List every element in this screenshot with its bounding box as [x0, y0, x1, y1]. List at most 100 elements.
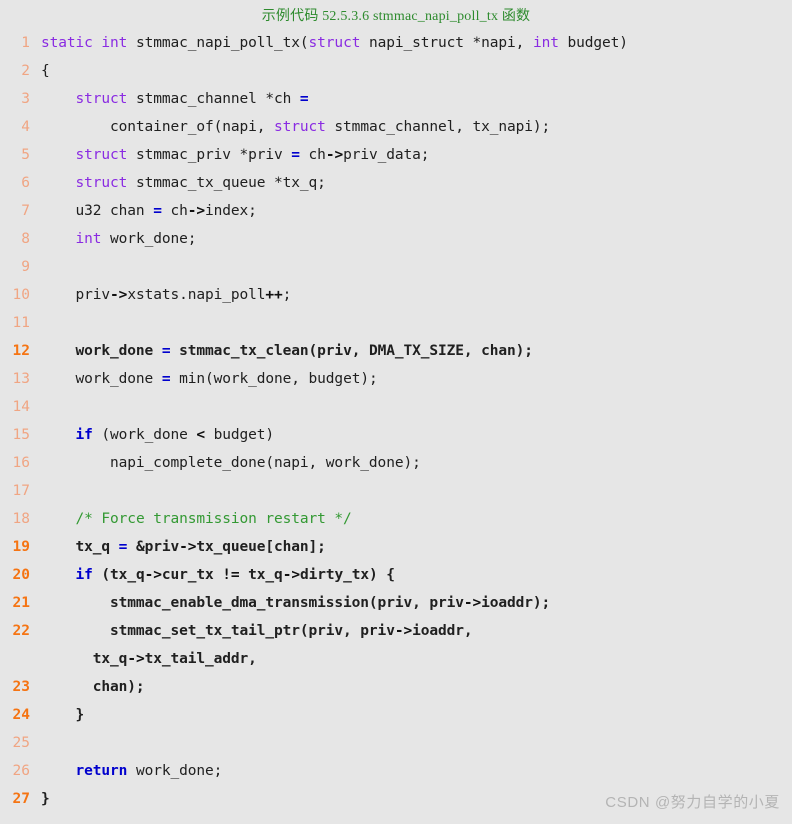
code-token: min(work_done, budget);	[170, 371, 378, 387]
line-number: 17	[12, 483, 30, 499]
code-line: 21 stmmac_enable_dma_transmission(priv, …	[0, 589, 792, 617]
line-number: 24	[12, 707, 30, 723]
code-token: struct	[75, 175, 128, 191]
code-token: tx_q	[41, 539, 119, 555]
code-lines-container: 1 static int stmmac_napi_poll_tx(struct n…	[0, 29, 792, 813]
code-token: tx_tail_addr,	[144, 651, 257, 667]
code-token: budget)	[558, 35, 628, 51]
code-line: 8 int work_done;	[0, 225, 792, 253]
code-token: stmmac_enable_dma_transmission(priv, pri…	[41, 595, 464, 611]
code-token: ->	[187, 203, 205, 219]
code-title: 示例代码 52.5.3.6 stmmac_napi_poll_tx 函数	[261, 9, 531, 24]
code-line-source: struct stmmac_priv *priv = ch->priv_data…	[41, 141, 792, 169]
line-number: 1	[21, 35, 30, 51]
code-line: 4 container_of(napi, struct stmmac_chann…	[0, 113, 792, 141]
line-number: 22	[12, 623, 30, 639]
code-line: 16 napi_complete_done(napi, work_done);	[0, 449, 792, 477]
line-number: 4	[21, 119, 30, 135]
code-token: stmmac_channel, tx_napi);	[325, 119, 551, 135]
code-line: 1 static int stmmac_napi_poll_tx(struct n…	[0, 29, 792, 57]
code-token: dirty_tx) {	[299, 567, 395, 583]
code-line: 12 work_done = stmmac_tx_clean(priv, DMA…	[0, 337, 792, 365]
code-token: =	[291, 147, 300, 163]
code-token: ch	[299, 147, 326, 163]
code-token: work_done;	[101, 231, 197, 247]
line-number: 21	[12, 595, 30, 611]
code-line-source: tx_q = &priv->tx_queue[chan];	[41, 533, 792, 561]
code-line: 10 priv->xstats.napi_poll++;	[0, 281, 792, 309]
code-line: 24 }	[0, 701, 792, 729]
code-token: napi_complete_done(napi, work_done);	[41, 455, 421, 471]
code-token: stmmac_tx_queue *tx_q;	[127, 175, 326, 191]
code-token: ioaddr,	[412, 623, 473, 639]
code-line-source: {	[41, 57, 792, 85]
line-number: 11	[12, 315, 30, 331]
code-token: napi_struct *napi,	[360, 35, 533, 51]
line-number: 19	[12, 539, 30, 555]
code-token: stmmac_napi_poll_tx(	[127, 35, 309, 51]
code-token: /* Force transmission restart */	[75, 511, 352, 527]
code-token: if	[75, 567, 93, 583]
code-token: int	[532, 35, 559, 51]
code-line: 25	[0, 729, 792, 757]
code-token: tx_q	[239, 567, 283, 583]
code-line-source: container_of(napi, struct stmmac_channel…	[41, 113, 792, 141]
code-token: cur_tx	[161, 567, 223, 583]
code-token: ;	[282, 287, 292, 303]
code-line-source: u32 chan = ch->index;	[41, 197, 792, 225]
code-token: ->	[127, 651, 145, 667]
code-token: &priv	[127, 539, 180, 555]
code-token: ch	[161, 203, 188, 219]
line-number: 27	[12, 791, 30, 807]
code-line: tx_q->tx_tail_addr,	[0, 645, 792, 673]
code-token: if	[75, 427, 93, 443]
code-token: work_done	[41, 343, 162, 359]
code-token: stmmac_tx_clean(priv, DMA_TX_SIZE, chan)…	[170, 343, 533, 359]
code-token: work_done;	[127, 763, 223, 779]
code-token: ->	[394, 623, 413, 639]
code-token: index;	[204, 203, 257, 219]
code-line-source: work_done = stmmac_tx_clean(priv, DMA_TX…	[41, 337, 792, 365]
code-line: 3 struct stmmac_channel *ch =	[0, 85, 792, 113]
code-line-source: chan);	[41, 673, 792, 701]
code-token: }	[41, 707, 85, 723]
code-token: !=	[222, 567, 240, 583]
code-line-source: static int stmmac_napi_poll_tx(struct na…	[41, 29, 792, 57]
code-token: <	[196, 427, 205, 443]
code-token: ->	[144, 567, 162, 583]
code-line-source: work_done = min(work_done, budget);	[41, 365, 792, 393]
code-token: stmmac_set_tx_tail_ptr(priv, priv	[41, 623, 395, 639]
code-line: 20 if (tx_q->cur_tx != tx_q->dirty_tx) {	[0, 561, 792, 589]
line-number: 13	[12, 371, 30, 387]
code-line: 9	[0, 253, 792, 281]
code-line: 5 struct stmmac_priv *priv = ch->priv_da…	[0, 141, 792, 169]
code-line-source: /* Force transmission restart */	[41, 505, 792, 533]
code-token: stmmac_channel *ch	[127, 91, 300, 107]
code-token: ->	[282, 567, 300, 583]
code-token: (work_done	[92, 427, 197, 443]
line-number: 25	[12, 735, 30, 751]
line-number: 8	[21, 231, 30, 247]
line-number: 12	[12, 343, 30, 359]
code-token: container_of(napi,	[41, 119, 275, 135]
line-number: 7	[21, 203, 30, 219]
code-line: 2{	[0, 57, 792, 85]
line-number: 9	[21, 259, 30, 275]
code-line: 11	[0, 309, 792, 337]
code-token: return	[75, 763, 128, 779]
line-number: 2	[21, 63, 30, 79]
code-token: xstats.napi_poll	[127, 287, 266, 303]
code-snippet-block: 示例代码 52.5.3.6 stmmac_napi_poll_tx 函数 1 st…	[0, 0, 792, 824]
code-token: ->	[325, 147, 344, 163]
code-token: int	[101, 35, 128, 51]
code-line: 17	[0, 477, 792, 505]
code-line-source: int work_done;	[41, 225, 792, 253]
code-token: u32 chan	[41, 203, 154, 219]
line-number: 26	[12, 763, 30, 779]
code-token: priv	[41, 287, 111, 303]
code-token: struct	[274, 119, 326, 135]
